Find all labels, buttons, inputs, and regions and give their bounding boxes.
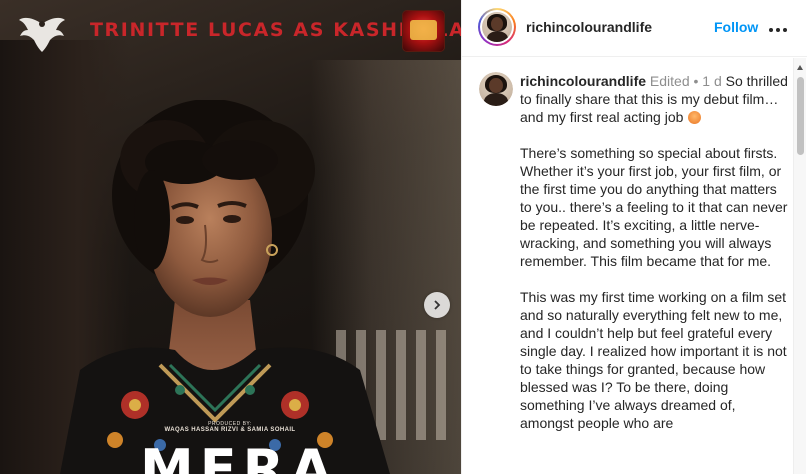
studio-logo <box>16 12 68 54</box>
more-horizontal-icon <box>768 20 789 35</box>
caption-body: richincolourandlife Edited • 1 d So thri… <box>520 72 790 450</box>
scrollbar-thumb[interactable] <box>797 77 804 155</box>
scroll-up-arrow-icon[interactable] <box>797 65 803 70</box>
caption-area[interactable]: richincolourandlife Edited • 1 d So thri… <box>462 58 807 474</box>
caption-username[interactable]: richincolourandlife <box>520 73 646 89</box>
meta-separator: • <box>693 73 699 89</box>
post-media[interactable]: TRINITTE LUCAS AS KASHMALA PRODUCED BY: … <box>0 0 461 474</box>
timestamp[interactable]: 1 d <box>702 73 721 89</box>
caption-paragraph-3: This was my first time working on a film… <box>520 289 787 431</box>
movie-title: MERA <box>140 438 338 474</box>
producer-names: WAQAS HASSAN RIZVI & SAMIA SOHAIL <box>164 427 296 434</box>
blushing-face-emoji-icon <box>688 111 702 124</box>
actor-portrait <box>60 100 390 474</box>
festival-badge <box>403 11 444 51</box>
header-avatar[interactable] <box>478 8 516 46</box>
caption-paragraph-1: richincolourandlife Edited • 1 d So thri… <box>520 72 790 126</box>
edited-label: Edited <box>649 73 690 89</box>
caption-paragraph-2: There’s something so special about first… <box>520 145 788 269</box>
more-options-button[interactable] <box>767 17 789 37</box>
follow-button[interactable]: Follow <box>714 19 758 35</box>
post-header: richincolourandlife Follow <box>462 0 807 57</box>
header-username[interactable]: richincolourandlife <box>526 19 652 35</box>
poster-title-actor: TRINITTE LUCAS <box>90 19 286 41</box>
carousel-next-button[interactable] <box>424 292 450 318</box>
post-side-panel: richincolourandlife Follow richincoloura… <box>461 0 807 474</box>
caption-scrollbar[interactable] <box>793 58 806 474</box>
poster-title-as: AS <box>293 19 325 41</box>
producer-credit: PRODUCED BY: WAQAS HASSAN RIZVI & SAMIA … <box>130 421 330 435</box>
chevron-right-icon <box>434 300 441 310</box>
caption-avatar[interactable] <box>479 72 513 106</box>
